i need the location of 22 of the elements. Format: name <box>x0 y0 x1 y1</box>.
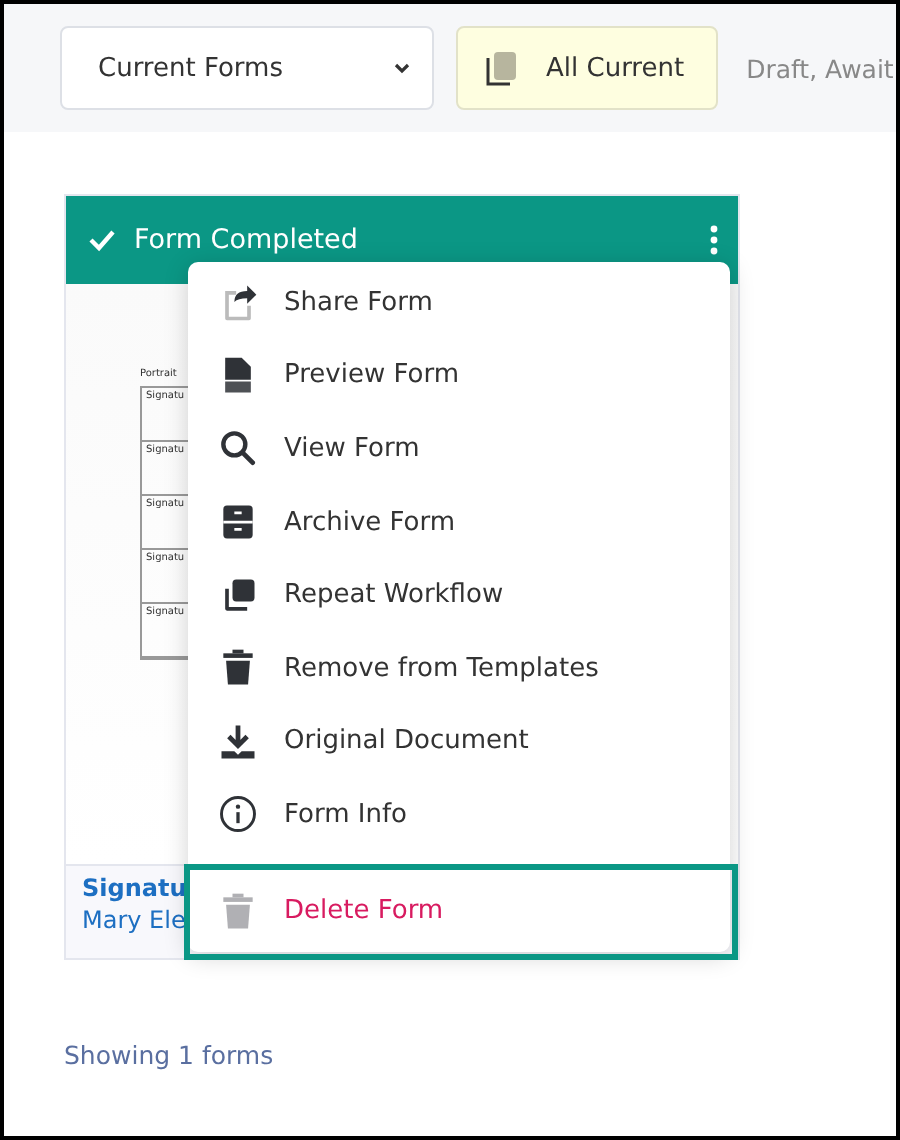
filter-description: Draft, Await <box>746 53 894 83</box>
menu-item[interactable]: Archive Form <box>188 485 730 559</box>
menu-item[interactable]: Remove from Templates <box>188 631 730 706</box>
menu-item[interactable]: Preview Form <box>188 339 730 413</box>
form-owner: Mary Ele <box>82 904 186 936</box>
menu-item[interactable]: View Form <box>188 412 730 486</box>
menu-item[interactable]: Repeat Workflow <box>188 558 730 632</box>
menu-item[interactable]: Delete Form <box>184 863 738 960</box>
info-icon <box>216 792 260 837</box>
menu-item[interactable]: Form Info <box>188 778 730 852</box>
view-select[interactable]: Current Forms <box>60 26 434 110</box>
chevron-down-icon <box>392 58 412 78</box>
more-icon[interactable] <box>710 224 718 256</box>
form-title[interactable]: Signatu <box>82 872 187 904</box>
menu-item[interactable]: Share Form <box>188 266 730 340</box>
status-label: Form Completed <box>134 224 360 256</box>
documents-icon <box>486 50 518 86</box>
forms-count: Showing 1 forms <box>64 1040 274 1070</box>
filter-button[interactable]: All Current <box>456 26 719 110</box>
menu-item[interactable]: Original Document <box>188 705 730 779</box>
check-icon <box>88 228 116 252</box>
search-icon <box>216 426 260 471</box>
